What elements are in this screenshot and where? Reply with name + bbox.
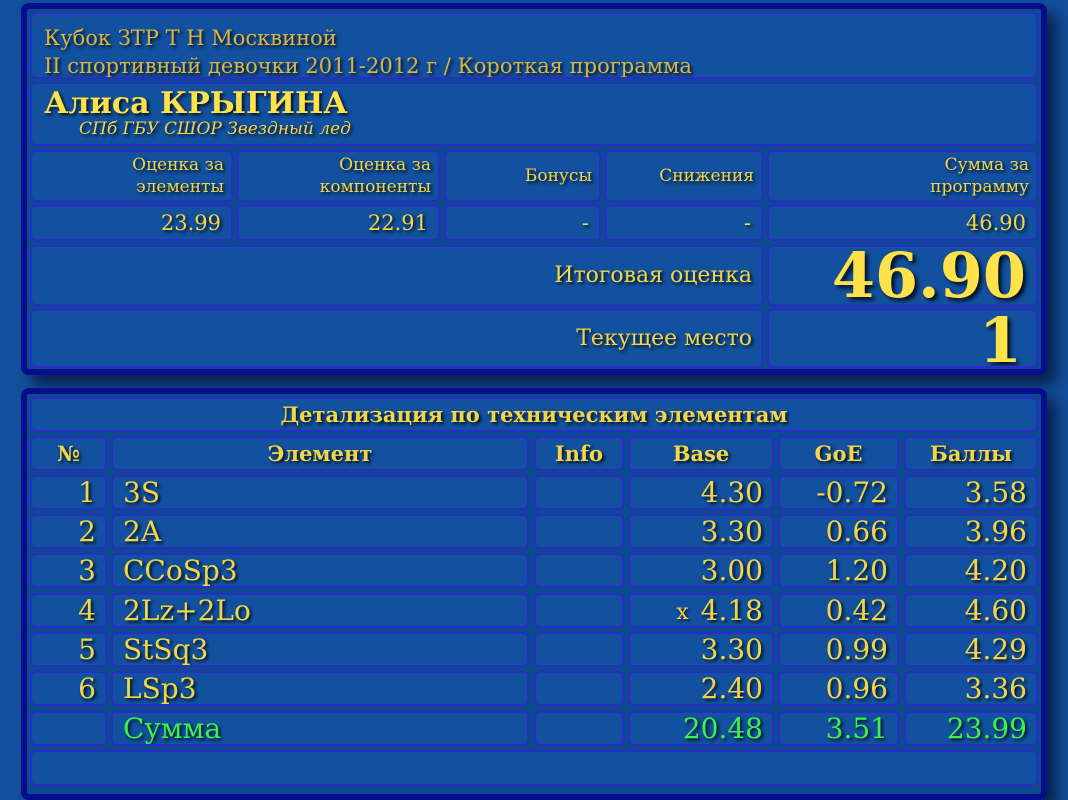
details-footer xyxy=(30,750,1038,786)
athlete-club: СПб ГБУ СШОР Звездный лед xyxy=(79,119,351,139)
column-header-base: Base xyxy=(628,436,774,471)
deductions-value: - xyxy=(605,205,763,241)
final-score-label: Итоговая оценка xyxy=(30,245,763,306)
row-element: 3S xyxy=(111,475,529,510)
final-score-value: 46.90 xyxy=(767,245,1038,306)
row-element: LSp3 xyxy=(111,671,529,706)
column-header-number: № xyxy=(30,436,107,471)
row-base: 3.30 xyxy=(628,514,774,549)
header-program-total-label: Сумма за программу xyxy=(930,155,1029,197)
row-number: 6 xyxy=(30,671,107,706)
bonus-value: - xyxy=(444,205,601,241)
row-element: StSq3 xyxy=(111,632,529,667)
row-info xyxy=(534,553,624,588)
current-place-value: 1 xyxy=(767,309,1038,368)
total-label: Сумма xyxy=(111,711,529,746)
header-component-score: Оценка за компоненты xyxy=(237,150,440,202)
current-place-label: Текущее место xyxy=(30,309,763,368)
row-number: 3 xyxy=(30,553,107,588)
header-element-score-label: Оценка за элементы xyxy=(132,155,224,197)
row-points: 3.58 xyxy=(904,475,1038,510)
row-goe: 0.99 xyxy=(778,632,899,667)
total-base: 20.48 xyxy=(628,711,774,746)
row-base-value: 3.00 xyxy=(700,554,763,587)
row-points: 4.29 xyxy=(904,632,1038,667)
row-points: 4.20 xyxy=(904,553,1038,588)
row-number: 5 xyxy=(30,632,107,667)
header-deductions: Снижения xyxy=(605,150,763,202)
competition-name: Кубок ЗТР Т Н Москвиной xyxy=(44,26,337,50)
column-header-points: Баллы xyxy=(904,436,1038,471)
details-title: Детализация по техническим элементам xyxy=(30,397,1038,432)
athlete-info: Алиса КРЫГИНА СПб ГБУ СШОР Звездный лед xyxy=(30,82,1038,146)
total-number xyxy=(30,711,107,746)
row-goe: -0.72 xyxy=(778,475,899,510)
row-element: CCoSp3 xyxy=(111,553,529,588)
row-goe: 1.20 xyxy=(778,553,899,588)
column-header-element: Элемент xyxy=(111,436,529,471)
row-points: 3.96 xyxy=(904,514,1038,549)
event-info: Кубок ЗТР Т Н Москвиной II спортивный де… xyxy=(30,12,1038,79)
row-number: 2 xyxy=(30,514,107,549)
column-header-goe: GoE xyxy=(778,436,899,471)
row-info xyxy=(534,632,624,667)
total-points: 23.99 xyxy=(904,711,1038,746)
header-program-total: Сумма за программу xyxy=(767,150,1038,202)
technical-details-panel: Детализация по техническим элементам № Э… xyxy=(21,388,1047,800)
row-number: 4 xyxy=(30,593,107,628)
program-total-value: 46.90 xyxy=(767,205,1038,241)
row-info xyxy=(534,475,624,510)
row-base-value: 2.40 xyxy=(700,672,763,705)
bonus-multiplier-mark: x xyxy=(676,600,689,625)
total-info xyxy=(534,711,624,746)
header-bonus-label: Бонусы xyxy=(524,166,592,186)
row-element: 2Lz+2Lo xyxy=(111,593,529,628)
row-base-value: 4.30 xyxy=(700,476,763,509)
row-base-value: 4.18 xyxy=(700,594,763,627)
component-score-value: 22.91 xyxy=(237,205,440,241)
athlete-name: Алиса КРЫГИНА xyxy=(44,86,348,121)
row-points: 4.60 xyxy=(904,593,1038,628)
row-goe: 0.42 xyxy=(778,593,899,628)
header-deductions-label: Снижения xyxy=(659,166,754,186)
row-points: 3.36 xyxy=(904,671,1038,706)
header-bonus: Бонусы xyxy=(444,150,601,202)
row-info xyxy=(534,514,624,549)
score-summary-panel: Кубок ЗТР Т Н Москвиной II спортивный де… xyxy=(21,3,1047,375)
row-base: 4.30 xyxy=(628,475,774,510)
row-base: 2.40 xyxy=(628,671,774,706)
header-element-score: Оценка за элементы xyxy=(30,150,233,202)
row-element: 2A xyxy=(111,514,529,549)
row-base-value: 3.30 xyxy=(700,633,763,666)
row-goe: 0.96 xyxy=(778,671,899,706)
total-goe: 3.51 xyxy=(778,711,899,746)
row-base: x 4.18 xyxy=(628,593,774,628)
row-base: 3.30 xyxy=(628,632,774,667)
header-component-score-label: Оценка за компоненты xyxy=(319,155,431,197)
row-number: 1 xyxy=(30,475,107,510)
row-base: 3.00 xyxy=(628,553,774,588)
row-base-value: 3.30 xyxy=(700,515,763,548)
row-info xyxy=(534,671,624,706)
element-score-value: 23.99 xyxy=(30,205,233,241)
column-header-info: Info xyxy=(534,436,624,471)
row-info xyxy=(534,593,624,628)
row-goe: 0.66 xyxy=(778,514,899,549)
category-name: II спортивный девочки 2011-2012 г / Коро… xyxy=(44,54,692,78)
